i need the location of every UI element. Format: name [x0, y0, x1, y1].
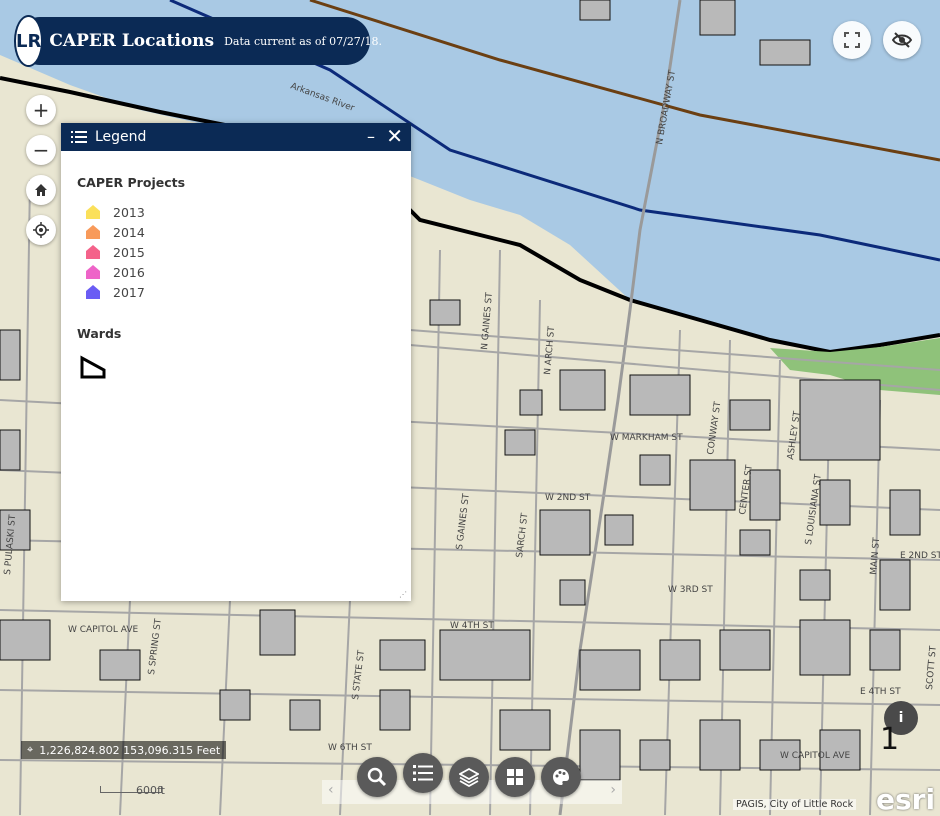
svg-text:W 4TH ST: W 4TH ST: [450, 621, 494, 631]
close-button[interactable]: ✕: [386, 124, 403, 148]
ward-polygon-icon: [80, 355, 106, 379]
locate-icon: [33, 222, 49, 238]
data-date-subtitle: Data current as of 07/27/18.: [224, 34, 383, 48]
list-icon: [71, 131, 87, 143]
coordinate-readout: ⌖ 1,226,824.802 153,096.315 Feet: [21, 741, 227, 759]
list-icon: [413, 765, 433, 781]
zoom-out-button[interactable]: −: [26, 135, 56, 165]
legend-item: 2017: [85, 282, 395, 302]
home-button[interactable]: [26, 175, 56, 205]
svg-text:W MARKHAM ST: W MARKHAM ST: [610, 433, 683, 443]
legend-button[interactable]: [403, 753, 443, 793]
layers-icon: [459, 767, 479, 787]
locate-button[interactable]: [26, 215, 56, 245]
search-icon: [367, 767, 387, 787]
resize-handle[interactable]: ⋰: [399, 590, 407, 599]
palette-icon: [553, 769, 569, 785]
coordinate-text: 1,226,824.802 153,096.315 Feet: [39, 743, 221, 757]
zoom-in-icon: +: [32, 98, 50, 122]
legend-title-bar: Legend – ✕: [61, 123, 411, 151]
toggle-visibility-button[interactable]: [883, 21, 921, 59]
house-polygon-icon: [86, 245, 100, 259]
legend-body: CAPER Projects 2013 2014 2015 2016 2017: [61, 151, 411, 397]
basemap-gallery-button[interactable]: [495, 757, 535, 797]
legend-item-label: 2015: [113, 244, 145, 260]
home-icon: [35, 184, 47, 196]
scale-label: 600ft: [136, 784, 165, 797]
svg-text:W CAPITOL AVE: W CAPITOL AVE: [780, 751, 850, 761]
legend-item-label: 2017: [113, 284, 145, 300]
esri-logo[interactable]: esri: [876, 783, 935, 816]
page-number: 1: [880, 722, 900, 757]
house-polygon-icon: [86, 225, 100, 239]
house-polygon-icon: [86, 265, 100, 279]
legend-panel: Legend – ✕ CAPER Projects 2013 2014 2015…: [61, 123, 411, 601]
eye-slash-icon: [892, 32, 912, 48]
fullscreen-button[interactable]: [833, 21, 871, 59]
layer-title-wards: Wards: [77, 326, 122, 341]
legend-item: 2016: [85, 262, 395, 282]
search-button[interactable]: [357, 757, 397, 797]
info-icon: i: [898, 710, 904, 726]
grid-icon: [507, 769, 523, 785]
logo-text: LR: [16, 30, 42, 52]
layers-button[interactable]: [449, 757, 489, 797]
zoom-out-icon: −: [32, 138, 50, 162]
svg-text:W 2ND ST: W 2ND ST: [545, 493, 591, 503]
svg-text:E 2ND ST: E 2ND ST: [900, 551, 940, 561]
fullscreen-icon: [844, 32, 860, 48]
map-attribution: PAGIS, City of Little Rock: [733, 799, 857, 810]
app-title: CAPER Locations: [49, 31, 215, 51]
chevron-right-icon[interactable]: ›: [610, 782, 616, 798]
little-rock-logo[interactable]: LR: [16, 17, 42, 65]
legend-item-label: 2016: [113, 264, 145, 280]
legend-item: 2013: [85, 202, 395, 222]
crosshair-icon: ⌖: [27, 743, 34, 756]
palette-button[interactable]: [541, 757, 581, 797]
legend-item-label: 2014: [113, 224, 145, 240]
minimize-button[interactable]: –: [367, 127, 375, 146]
svg-text:W 6TH ST: W 6TH ST: [328, 743, 372, 753]
legend-item: 2015: [85, 242, 395, 262]
legend-item: 2014: [85, 222, 395, 242]
zoom-in-button[interactable]: +: [26, 95, 56, 125]
app-header: LR CAPER Locations Data current as of 07…: [16, 17, 382, 65]
chevron-left-icon[interactable]: ‹: [328, 782, 334, 798]
house-polygon-icon: [86, 205, 100, 219]
house-polygon-icon: [86, 285, 100, 299]
svg-text:W 3RD ST: W 3RD ST: [668, 585, 713, 595]
svg-text:W CAPITOL AVE: W CAPITOL AVE: [68, 625, 138, 635]
legend-item-label: 2013: [113, 204, 145, 220]
legend-title: Legend: [95, 129, 147, 145]
layer-title-caper-projects: CAPER Projects: [77, 175, 186, 190]
scale-bar: 600ft: [100, 784, 165, 797]
svg-text:E 4TH ST: E 4TH ST: [860, 687, 901, 697]
